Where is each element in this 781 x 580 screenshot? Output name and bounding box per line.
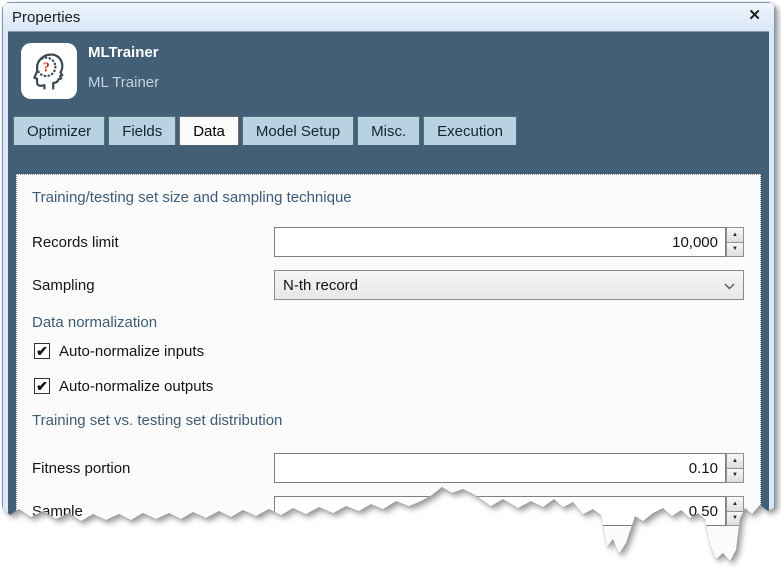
mltrainer-head-icon: ?	[21, 43, 77, 99]
sampling-label: Sampling	[32, 277, 274, 294]
spin-up-icon[interactable]: ▲	[726, 227, 744, 242]
auto-normalize-outputs-checkbox[interactable]: ✔ Auto-normalize outputs	[34, 376, 213, 396]
auto-normalize-inputs-checkbox[interactable]: ✔ Auto-normalize inputs	[34, 341, 204, 361]
tab-optimizer[interactable]: Optimizer	[13, 116, 105, 145]
sample-input[interactable]	[274, 496, 726, 526]
records-limit-input[interactable]	[274, 227, 726, 257]
sample-label: Sample	[32, 503, 274, 520]
spin-up-icon[interactable]: ▲	[726, 453, 744, 468]
fitness-portion-input[interactable]	[274, 453, 726, 483]
spin-down-icon[interactable]: ▼	[726, 468, 744, 484]
spin-down-icon[interactable]: ▼	[726, 242, 744, 258]
records-limit-label: Records limit	[32, 234, 274, 251]
dialog-client-area: ? MLTrainer ML Trainer Optimizer Fields …	[8, 31, 769, 567]
sample-stepper: ▲ ▼	[726, 496, 744, 526]
fitness-portion-label: Fitness portion	[32, 460, 274, 477]
tab-execution[interactable]: Execution	[423, 116, 517, 145]
svg-text:?: ?	[43, 60, 50, 75]
data-tab-panel: Training/testing set size and sampling t…	[16, 174, 761, 567]
section-distribution-heading: Training set vs. testing set distributio…	[32, 412, 282, 429]
records-limit-stepper: ▲ ▼	[726, 227, 744, 257]
window-title: Properties	[3, 9, 80, 26]
tab-strip: Optimizer Fields Data Model Setup Misc. …	[8, 112, 769, 145]
section-normalization-heading: Data normalization	[32, 314, 157, 331]
spin-up-icon[interactable]: ▲	[726, 496, 744, 511]
title-bar[interactable]: Properties ✕	[3, 3, 774, 31]
properties-window: Properties ✕ ? MLTrainer ML Trainer Opti…	[2, 2, 775, 568]
auto-normalize-outputs-label: Auto-normalize outputs	[59, 378, 213, 395]
node-type-label: ML Trainer	[88, 74, 159, 91]
tab-model-setup[interactable]: Model Setup	[242, 116, 354, 145]
tab-misc[interactable]: Misc.	[357, 116, 420, 145]
spin-down-icon[interactable]: ▼	[726, 511, 744, 527]
close-icon[interactable]: ✕	[748, 6, 761, 26]
sample-row: Sample ▲ ▼	[32, 496, 744, 526]
tab-fields[interactable]: Fields	[108, 116, 176, 145]
sampling-row: Sampling N-th record	[32, 270, 744, 300]
section-sampling-heading: Training/testing set size and sampling t…	[32, 189, 352, 206]
node-header: ? MLTrainer ML Trainer	[8, 32, 769, 112]
fitness-portion-row: Fitness portion ▲ ▼	[32, 453, 744, 483]
checkbox-check-icon: ✔	[34, 378, 50, 394]
checkbox-check-icon: ✔	[34, 343, 50, 359]
chevron-down-icon	[724, 277, 735, 294]
sampling-dropdown[interactable]: N-th record	[274, 270, 744, 300]
fitness-portion-stepper: ▲ ▼	[726, 453, 744, 483]
node-name: MLTrainer	[88, 44, 159, 61]
tab-data[interactable]: Data	[179, 116, 239, 145]
auto-normalize-inputs-label: Auto-normalize inputs	[59, 343, 204, 360]
records-limit-row: Records limit ▲ ▼	[32, 227, 744, 257]
sampling-selected-value: N-th record	[283, 277, 724, 294]
